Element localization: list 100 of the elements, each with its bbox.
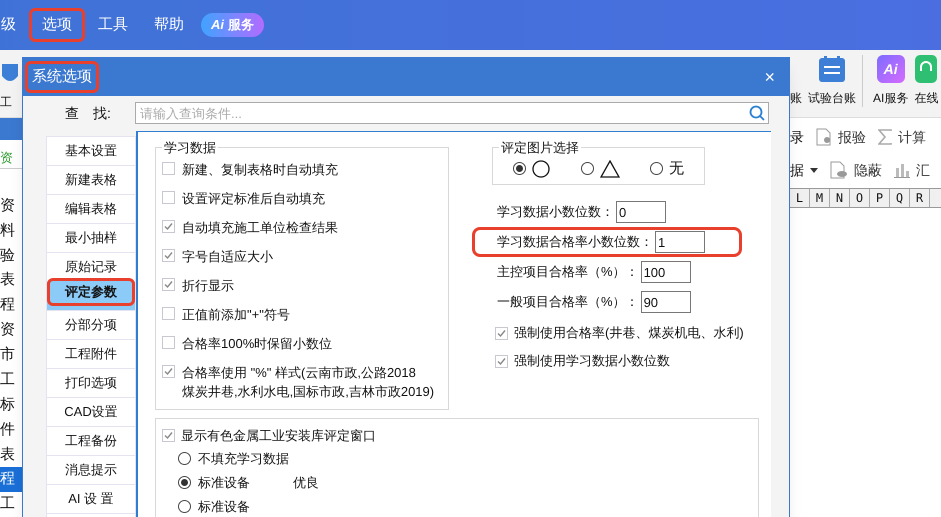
nav-item[interactable]: 评定参数: [47, 278, 135, 306]
column-header: O: [850, 189, 870, 207]
nav-item[interactable]: AI 设 置: [47, 485, 135, 513]
toolbar-label[interactable]: AI服务: [873, 89, 908, 107]
toolbar-label[interactable]: 工: [0, 93, 12, 111]
list-item[interactable]: 资: [0, 194, 22, 219]
ribbon-button[interactable]: 录: [790, 126, 804, 148]
nav-item[interactable]: 基本设置: [47, 137, 135, 165]
checkbox[interactable]: [162, 278, 175, 290]
ribbon-button[interactable]: 据: [790, 160, 804, 180]
list-item[interactable]: 工: [0, 368, 22, 393]
search-field[interactable]: 请输入查询条件...: [135, 102, 769, 124]
column-header: N: [830, 189, 850, 207]
option-label: 合格率使用 "%" 样式(云南市政,公路2018 煤炭井巷,水利水电,国标市政,吉林市政2019): [182, 364, 434, 400]
group-title: 评定图片选择: [500, 139, 580, 157]
radio-button[interactable]: [513, 162, 526, 176]
checkbox[interactable]: [162, 162, 175, 174]
column-header: M: [810, 189, 830, 207]
nav-item[interactable]: 工程附件: [47, 340, 135, 368]
nav-item[interactable]: 分部分项: [47, 311, 135, 339]
ribbon-button[interactable]: 计算: [898, 126, 926, 148]
ledger-icon: [818, 55, 846, 83]
checkbox[interactable]: [162, 429, 175, 442]
list-header: 资: [0, 149, 14, 168]
nav-item[interactable]: 工程备份: [47, 427, 135, 455]
option-label: 强制使用学习数据小数位数: [514, 352, 670, 370]
radio-button[interactable]: [178, 500, 191, 513]
checkmark-icon: [164, 280, 173, 288]
radio-button[interactable]: [580, 162, 594, 176]
checkbox[interactable]: [162, 220, 175, 232]
checkbox[interactable]: [162, 306, 175, 320]
grade-label: 优良: [293, 474, 319, 492]
list-item[interactable]: 表: [0, 442, 22, 468]
checkmark-icon: [497, 356, 506, 366]
checkbox[interactable]: [162, 336, 175, 348]
nav-item[interactable]: 最小抽样: [47, 224, 135, 252]
list-item[interactable]: 料: [0, 218, 22, 244]
field-label: 主控项目合格率（%）：: [497, 263, 640, 282]
close-button[interactable]: ×: [764, 64, 775, 90]
ribbon-button[interactable]: 隐蔽: [854, 160, 882, 180]
nav-item[interactable]: 打印选项: [47, 369, 135, 397]
checkbox[interactable]: [495, 326, 508, 340]
sigma-icon: [878, 129, 892, 145]
number-field[interactable]: 90: [640, 291, 691, 313]
toolbar-label[interactable]: 在线: [914, 89, 938, 107]
option-label: 折行显示: [182, 276, 234, 294]
checkbox[interactable]: [162, 364, 175, 378]
menu-item[interactable]: 帮助: [141, 8, 197, 42]
nav-item[interactable]: 消息提示: [47, 456, 135, 484]
list-item[interactable]: 件: [0, 418, 22, 442]
menu-item[interactable]: 工具: [85, 8, 141, 42]
toolbar-label[interactable]: 试验台账: [808, 89, 856, 107]
option-label: 合格率100%时保留小数位: [182, 334, 332, 352]
menu-item[interactable]: 级: [0, 8, 29, 42]
headset-icon: [915, 55, 938, 83]
radio-button[interactable]: [178, 476, 191, 489]
list-item[interactable]: 验: [0, 243, 22, 268]
list-item[interactable]: 市: [0, 342, 22, 368]
caret-icon[interactable]: [810, 168, 818, 172]
ribbon-button[interactable]: 汇: [916, 160, 930, 180]
ribbon-button[interactable]: 报验: [838, 126, 866, 148]
number-field[interactable]: 1: [655, 231, 705, 253]
option-label: 强制使用合格率(井巷、煤炭机电、水利): [514, 324, 744, 342]
menu-item[interactable]: 选项: [29, 8, 85, 42]
checkbox[interactable]: [162, 248, 175, 262]
field-label: 学习数据小数位数：: [497, 203, 615, 222]
checkbox[interactable]: [495, 354, 508, 368]
ai-icon: Ai: [876, 55, 905, 83]
nav-item[interactable]: 原始记录: [47, 253, 135, 281]
dialog-title: 系统选项: [25, 60, 99, 94]
triangle-icon: [600, 160, 620, 178]
checkbox[interactable]: [162, 190, 175, 204]
column-header: R: [910, 189, 930, 207]
nav-item[interactable]: CAD设置: [47, 398, 135, 426]
number-field[interactable]: 0: [616, 201, 666, 223]
radio-button[interactable]: [650, 162, 663, 176]
list-item[interactable]: 资: [0, 318, 22, 343]
option-label: 显示有色金属工业安装库评定窗口: [181, 426, 376, 445]
list-item[interactable]: 程: [0, 467, 22, 492]
search-icon[interactable]: [749, 105, 765, 121]
option-label: 自动填充施工单位检查结果: [182, 218, 338, 236]
radio-button[interactable]: [178, 452, 191, 465]
checkmark-icon: [164, 250, 173, 260]
list-item[interactable]: 工: [0, 492, 22, 517]
option-label: 正值前添加"+"符号: [182, 306, 290, 324]
number-field[interactable]: 100: [640, 261, 691, 283]
field-label: 一般项目合格率（%）：: [497, 293, 640, 312]
field-label: 学习数据合格率小数位数：: [497, 233, 654, 252]
toolbar-label[interactable]: 账: [790, 89, 802, 107]
list-item[interactable]: 标: [0, 392, 22, 418]
list-item[interactable]: 程: [0, 293, 22, 318]
nav-item[interactable]: 编辑表格: [47, 195, 135, 223]
eye-document-icon: [830, 161, 848, 179]
option-label: 无: [669, 158, 684, 178]
search-label: 查 找:: [64, 104, 112, 122]
column-header: P: [870, 189, 890, 207]
nav-item[interactable]: 新建表格: [47, 166, 135, 194]
checkmark-icon: [164, 366, 173, 376]
list-item[interactable]: 表: [0, 268, 22, 294]
circle-icon: [532, 160, 550, 178]
